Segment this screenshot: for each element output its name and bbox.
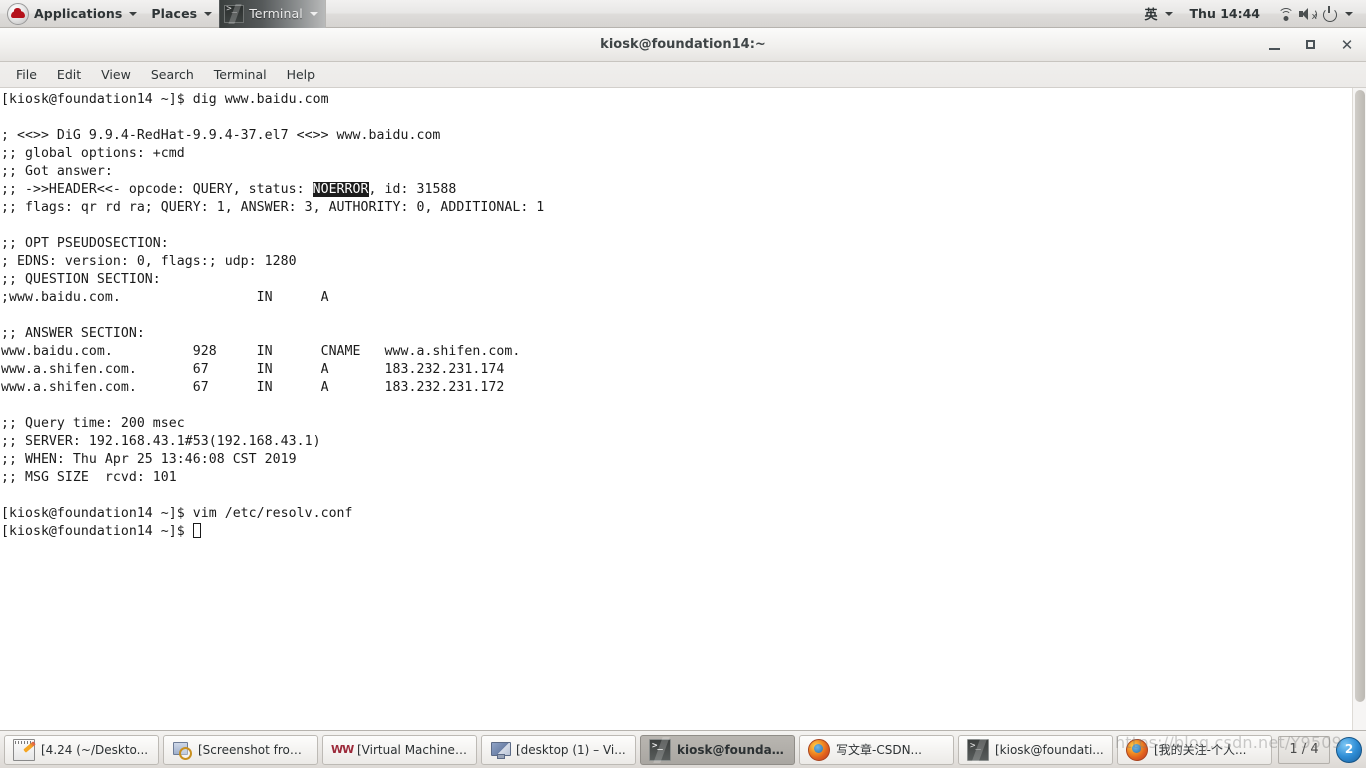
taskbar-item-label: [4.24 (~/Deskto... <box>41 742 149 757</box>
terminal-line: www.baidu.com. 928 IN CNAME www.a.shifen… <box>1 344 521 359</box>
top-panel-left: Applications Places Terminal <box>0 0 326 28</box>
applications-menu[interactable]: Applications <box>0 0 144 28</box>
terminal-line: ;; OPT PSEUDOSECTION: <box>1 236 169 251</box>
clock[interactable]: Thu 14:44 <box>1180 6 1270 21</box>
menu-search[interactable]: Search <box>141 64 204 85</box>
power-icon <box>1322 5 1338 22</box>
taskbar-item-label: [Virtual Machine ... <box>357 742 468 757</box>
terminal-line: ;www.baidu.com. IN A <box>1 290 329 305</box>
taskbar-item-label: [desktop (1) – Vi... <box>516 742 626 757</box>
menu-terminal[interactable]: Terminal <box>204 64 277 85</box>
desktop-screen: Applications Places Terminal 英 Thu 14:44 <box>0 0 1366 768</box>
taskbar-item-label: 写文章-CSDN... <box>836 743 922 757</box>
chevron-down-icon <box>1164 11 1173 16</box>
terminal-line: ;; MSG SIZE rcvd: 101 <box>1 470 177 485</box>
menu-view[interactable]: View <box>91 64 141 85</box>
terminal-scrollbar[interactable] <box>1352 88 1366 730</box>
workspace-switcher[interactable]: 1 / 4 <box>1278 735 1330 764</box>
terminal-line: ; EDNS: version: 0, flags:; udp: 1280 <box>1 254 297 269</box>
chevron-down-icon <box>204 11 213 16</box>
terminal-line: ;; ANSWER SECTION: <box>1 326 145 341</box>
terminal-output[interactable]: [kiosk@foundation14 ~]$ dig www.baidu.co… <box>0 88 1352 730</box>
menu-bar: File Edit View Search Terminal Help <box>0 62 1366 88</box>
firefox-icon <box>808 738 830 761</box>
terminal-window: kiosk@foundation14:~ ✕ File Edit View Se… <box>0 28 1366 730</box>
terminal-body[interactable]: [kiosk@foundation14 ~]$ dig www.baidu.co… <box>0 88 1366 730</box>
terminal-line: ; <<>> DiG 9.9.4-RedHat-9.9.4-37.el7 <<>… <box>1 128 441 143</box>
top-panel: Applications Places Terminal 英 Thu 14:44 <box>0 0 1366 28</box>
taskbar-item-label: [Screenshot from... <box>198 742 309 757</box>
taskbar-item-desktop-viewer[interactable]: [desktop (1) – Vi... <box>481 734 636 765</box>
dns-status-highlight: NOERROR <box>312 182 369 197</box>
close-button[interactable]: ✕ <box>1338 36 1356 54</box>
notepad-icon <box>13 738 35 761</box>
screenshot-icon <box>172 740 192 760</box>
window-menu-terminal-label: Terminal <box>249 6 303 21</box>
terminal-icon <box>649 738 671 761</box>
window-title-bar[interactable]: kiosk@foundation14:~ ✕ <box>0 28 1366 62</box>
terminal-line: www.a.shifen.com. 67 IN A 183.232.231.17… <box>1 380 505 395</box>
system-status-area[interactable]: x <box>1270 0 1360 28</box>
input-method-indicator[interactable]: 英 <box>1138 0 1180 28</box>
menu-edit[interactable]: Edit <box>47 64 91 85</box>
menu-file[interactable]: File <box>6 64 47 85</box>
terminal-line-header-prefix: ;; ->>HEADER<<- opcode: QUERY, status: <box>1 182 313 197</box>
taskbar-item-label: [kiosk@foundati... <box>995 742 1104 757</box>
terminal-line: ;; SERVER: 192.168.43.1#53(192.168.43.1) <box>1 434 321 449</box>
terminal-cursor <box>192 523 201 538</box>
top-panel-right: 英 Thu 14:44 x <box>1138 0 1366 28</box>
terminal-line-header-suffix: , id: 31588 <box>368 182 457 197</box>
window-title: kiosk@foundation14:~ <box>600 37 766 52</box>
taskbar-item-terminal-active[interactable]: kiosk@foundatio... <box>640 734 795 765</box>
taskbar-item-terminal-2[interactable]: [kiosk@foundati... <box>958 734 1113 765</box>
window-controls: ✕ <box>1266 28 1356 62</box>
terminal-line: [kiosk@foundation14 ~]$ dig www.baidu.co… <box>1 92 329 107</box>
blue-badge-icon[interactable] <box>1336 736 1362 763</box>
taskbar-item-text-editor[interactable]: [4.24 (~/Deskto... <box>4 734 159 765</box>
menu-help[interactable]: Help <box>277 64 326 85</box>
maximize-button[interactable] <box>1302 36 1320 54</box>
taskbar-item-firefox-csdn-editor[interactable]: 写文章-CSDN... <box>799 734 954 765</box>
vmware-icon: WW <box>331 742 354 756</box>
volume-muted-icon: x <box>1299 7 1317 21</box>
terminal-prompt-line: [kiosk@foundation14 ~]$ <box>1 524 193 539</box>
input-method-label: 英 <box>1144 8 1158 23</box>
taskbar-item-virtual-machine[interactable]: WW [Virtual Machine ... <box>322 734 477 765</box>
chevron-down-icon <box>309 11 318 16</box>
terminal-line: [kiosk@foundation14 ~]$ vim /etc/resolv.… <box>1 506 353 521</box>
terminal-icon <box>967 738 989 761</box>
window-menu-terminal[interactable]: Terminal <box>219 0 326 28</box>
terminal-line: ;; WHEN: Thu Apr 25 13:46:08 CST 2019 <box>1 452 297 467</box>
taskbar: [4.24 (~/Deskto... [Screenshot from... W… <box>0 730 1366 768</box>
terminal-icon <box>224 4 245 23</box>
terminal-line: ;; QUESTION SECTION: <box>1 272 161 287</box>
terminal-line: ;; flags: qr rd ra; QUERY: 1, ANSWER: 3,… <box>1 200 545 215</box>
redhat-logo-icon <box>7 2 29 25</box>
taskbar-item-screenshot[interactable]: [Screenshot from... <box>163 734 318 765</box>
terminal-line: ;; Query time: 200 msec <box>1 416 185 431</box>
taskbar-item-label: kiosk@foundatio... <box>677 742 786 757</box>
places-menu[interactable]: Places <box>144 0 219 28</box>
places-menu-label: Places <box>151 6 198 21</box>
applications-menu-label: Applications <box>34 6 123 21</box>
minimize-button[interactable] <box>1266 36 1284 54</box>
terminal-line: ;; global options: +cmd <box>1 146 185 161</box>
terminal-line: www.a.shifen.com. 67 IN A 183.232.231.17… <box>1 362 505 377</box>
monitor-icon <box>490 740 511 760</box>
firefox-icon <box>1126 738 1148 761</box>
taskbar-item-label: [我的关注-个人... <box>1154 743 1247 757</box>
wifi-icon <box>1277 7 1294 21</box>
chevron-down-icon <box>1345 11 1353 16</box>
chevron-down-icon <box>129 11 138 16</box>
taskbar-item-firefox-follow[interactable]: [我的关注-个人... <box>1117 734 1272 765</box>
terminal-line: ;; Got answer: <box>1 164 113 179</box>
scrollbar-thumb[interactable] <box>1355 90 1365 702</box>
